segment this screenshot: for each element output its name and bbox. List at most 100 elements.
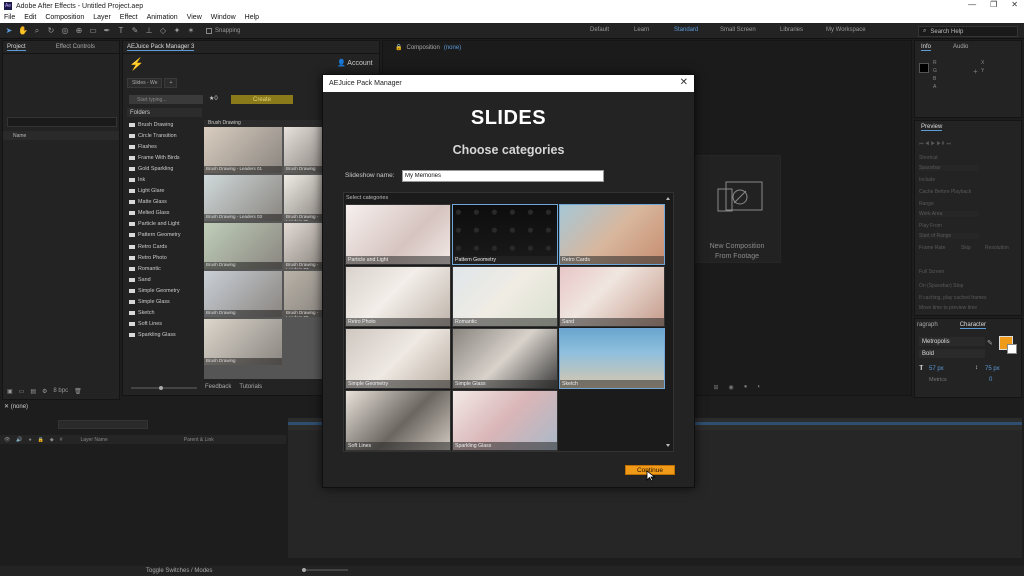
new-composition-icon[interactable]: ▤	[30, 388, 36, 395]
preview-thumbnail[interactable]: Brush Drawing - Leaders 01	[204, 127, 282, 173]
preview-thumbnail[interactable]: Brush Drawing	[284, 127, 322, 173]
pan-behind-tool-icon[interactable]: ⊕	[74, 26, 84, 36]
hand-tool-icon[interactable]: ✋	[18, 26, 28, 36]
rectangle-tool-icon[interactable]: ▭	[88, 26, 98, 36]
tab-aejuice-pack-manager[interactable]: AEJuice Pack Manager 3	[127, 44, 195, 51]
workspace-libraries[interactable]: Libraries	[780, 27, 803, 33]
menu-help[interactable]: Help	[245, 14, 259, 21]
folder-item[interactable]: Retro Photo	[129, 252, 211, 263]
name-column-header[interactable]: Name	[13, 133, 26, 139]
timeline-zoom-slider[interactable]	[300, 567, 350, 575]
minimize-button[interactable]: —	[968, 0, 976, 9]
prev-frame-icon[interactable]: ◀	[925, 141, 929, 147]
category-tile[interactable]: Romantic	[452, 266, 558, 327]
add-tab-button[interactable]: +	[164, 78, 178, 88]
create-button[interactable]: Create	[231, 95, 293, 104]
type-tool-icon[interactable]: T	[116, 26, 126, 36]
category-tile[interactable]: Simple Glass	[452, 328, 558, 389]
categories-scrollbar[interactable]	[665, 195, 671, 449]
folder-item[interactable]: Simple Geometry	[129, 285, 211, 296]
menu-layer[interactable]: Layer	[93, 14, 111, 21]
workspace-standard[interactable]: Standard	[674, 27, 698, 33]
tab-paragraph[interactable]: ragraph	[917, 322, 938, 328]
next-frame-icon[interactable]: ▶▮	[937, 141, 945, 147]
folder-item[interactable]: Soft Lines	[129, 319, 211, 330]
last-frame-icon[interactable]: ⏭	[946, 141, 951, 147]
color-picker-icon[interactable]: ●	[744, 384, 748, 390]
preview-thumbnail[interactable]: Brush Drawing - Leaders 09	[284, 271, 322, 317]
label-column-icon[interactable]: ◆	[50, 437, 54, 443]
layer-name-column-header[interactable]: Layer Name	[81, 437, 108, 443]
menu-window[interactable]: Window	[211, 14, 236, 21]
workspace-learn[interactable]: Learn	[634, 27, 649, 33]
category-tile[interactable]: Particle and Light	[345, 204, 451, 265]
first-frame-icon[interactable]: ⏮	[919, 141, 924, 147]
menu-effect[interactable]: Effect	[120, 14, 138, 21]
folder-item[interactable]: Matte Glass	[129, 197, 211, 208]
rotate-tool-icon[interactable]: ↻	[46, 26, 56, 36]
account-button[interactable]: 👤 Account	[337, 59, 373, 67]
tab-composition[interactable]: Composition	[406, 45, 439, 51]
parent-link-column-header[interactable]: Parent & Link	[184, 437, 214, 443]
maximize-button[interactable]: ❐	[990, 0, 997, 9]
preview-shortcut-select[interactable]: Spacebar	[919, 165, 979, 171]
favorites-count[interactable]: ★0	[209, 95, 218, 102]
tab-effect-controls[interactable]: Effect Controls	[56, 44, 95, 50]
zoom-tool-icon[interactable]: ⌕	[32, 26, 42, 36]
move-time-checkbox[interactable]: Move time to preview time	[919, 305, 977, 311]
number-column-icon[interactable]: #	[60, 437, 63, 443]
roto-tool-icon[interactable]: ✦	[172, 26, 182, 36]
selection-tool-icon[interactable]: ➤	[4, 26, 14, 36]
font-style-select[interactable]: Bold	[919, 349, 985, 358]
folder-item[interactable]: Light Glare	[129, 186, 211, 197]
folder-item[interactable]: Simple Glass	[129, 297, 211, 308]
font-family-select[interactable]: Metropolis	[919, 337, 985, 346]
workspace-my-workspace[interactable]: My Workspace	[826, 27, 866, 33]
tab-slides[interactable]: Slides - We	[127, 78, 163, 88]
menu-view[interactable]: View	[187, 14, 202, 21]
category-tile[interactable]: Retro Photo	[345, 266, 451, 327]
project-settings-icon[interactable]: ⚙	[42, 388, 47, 395]
preview-thumbnail[interactable]: Brush Drawing - Leaders 07	[284, 223, 322, 269]
solo-column-icon[interactable]: ●	[29, 437, 32, 443]
tab-project[interactable]: Project	[7, 44, 26, 51]
category-tile[interactable]: Pattern Geometry	[452, 204, 558, 265]
preview-range-select[interactable]: Work Area	[919, 211, 979, 217]
menu-composition[interactable]: Composition	[45, 14, 84, 21]
dialog-close-button[interactable]: ✕	[680, 77, 688, 88]
cache-before-playback-checkbox[interactable]: Cache Before Playback	[919, 189, 971, 195]
camera-tool-icon[interactable]: ◎	[60, 26, 70, 36]
tutorials-link[interactable]: Tutorials	[239, 384, 262, 390]
workspace-small-screen[interactable]: Small Screen	[720, 27, 756, 33]
brush-tool-icon[interactable]: ✎	[130, 26, 140, 36]
pack-search-input[interactable]: Start typing...	[129, 95, 203, 104]
play-icon[interactable]: ▶	[931, 141, 935, 147]
grid-icon[interactable]: ⊞	[713, 384, 718, 391]
close-tab-icon[interactable]: ✕	[4, 404, 9, 410]
folder-item[interactable]: Pattern Geometry	[129, 230, 211, 241]
tab-info[interactable]: Info	[921, 44, 932, 51]
tracking-value[interactable]: 0	[989, 377, 992, 383]
trash-icon[interactable]: 🗑	[74, 388, 82, 395]
visibility-column-icon[interactable]: 👁	[4, 437, 10, 443]
toggle-switches-modes-button[interactable]: Toggle Switches / Modes	[146, 568, 212, 574]
help-search-field[interactable]: ⌕ Search Help	[918, 26, 1018, 37]
preview-thumbnail[interactable]: Brush Drawing - Leaders 03	[204, 175, 282, 221]
close-window-button[interactable]: ✕	[1011, 0, 1018, 9]
folder-item[interactable]: Frame With Birds	[129, 152, 211, 163]
font-size-value[interactable]: 57 px	[929, 366, 944, 372]
folder-item[interactable]: Particle and Light	[129, 219, 211, 230]
folder-item[interactable]: Brush Drawing	[129, 119, 211, 130]
snapping-checkbox[interactable]	[206, 27, 212, 34]
eraser-tool-icon[interactable]: ◇	[158, 26, 168, 36]
full-screen-checkbox[interactable]: Full Screen	[919, 269, 944, 275]
folder-item[interactable]: Flashes	[129, 141, 211, 152]
kerning-value[interactable]: Metrics	[929, 377, 947, 383]
menu-animation[interactable]: Animation	[147, 14, 178, 21]
category-tile[interactable]: Sketch	[559, 328, 665, 389]
tab-character[interactable]: Character	[959, 322, 987, 329]
preview-thumbnail[interactable]: Brush Drawing - Leaders 05	[284, 175, 322, 221]
pen-tool-icon[interactable]: ✒	[102, 26, 112, 36]
lock-column-icon[interactable]: 🔒	[38, 437, 44, 443]
preview-thumbnail[interactable]: Brush Drawing	[204, 319, 282, 365]
